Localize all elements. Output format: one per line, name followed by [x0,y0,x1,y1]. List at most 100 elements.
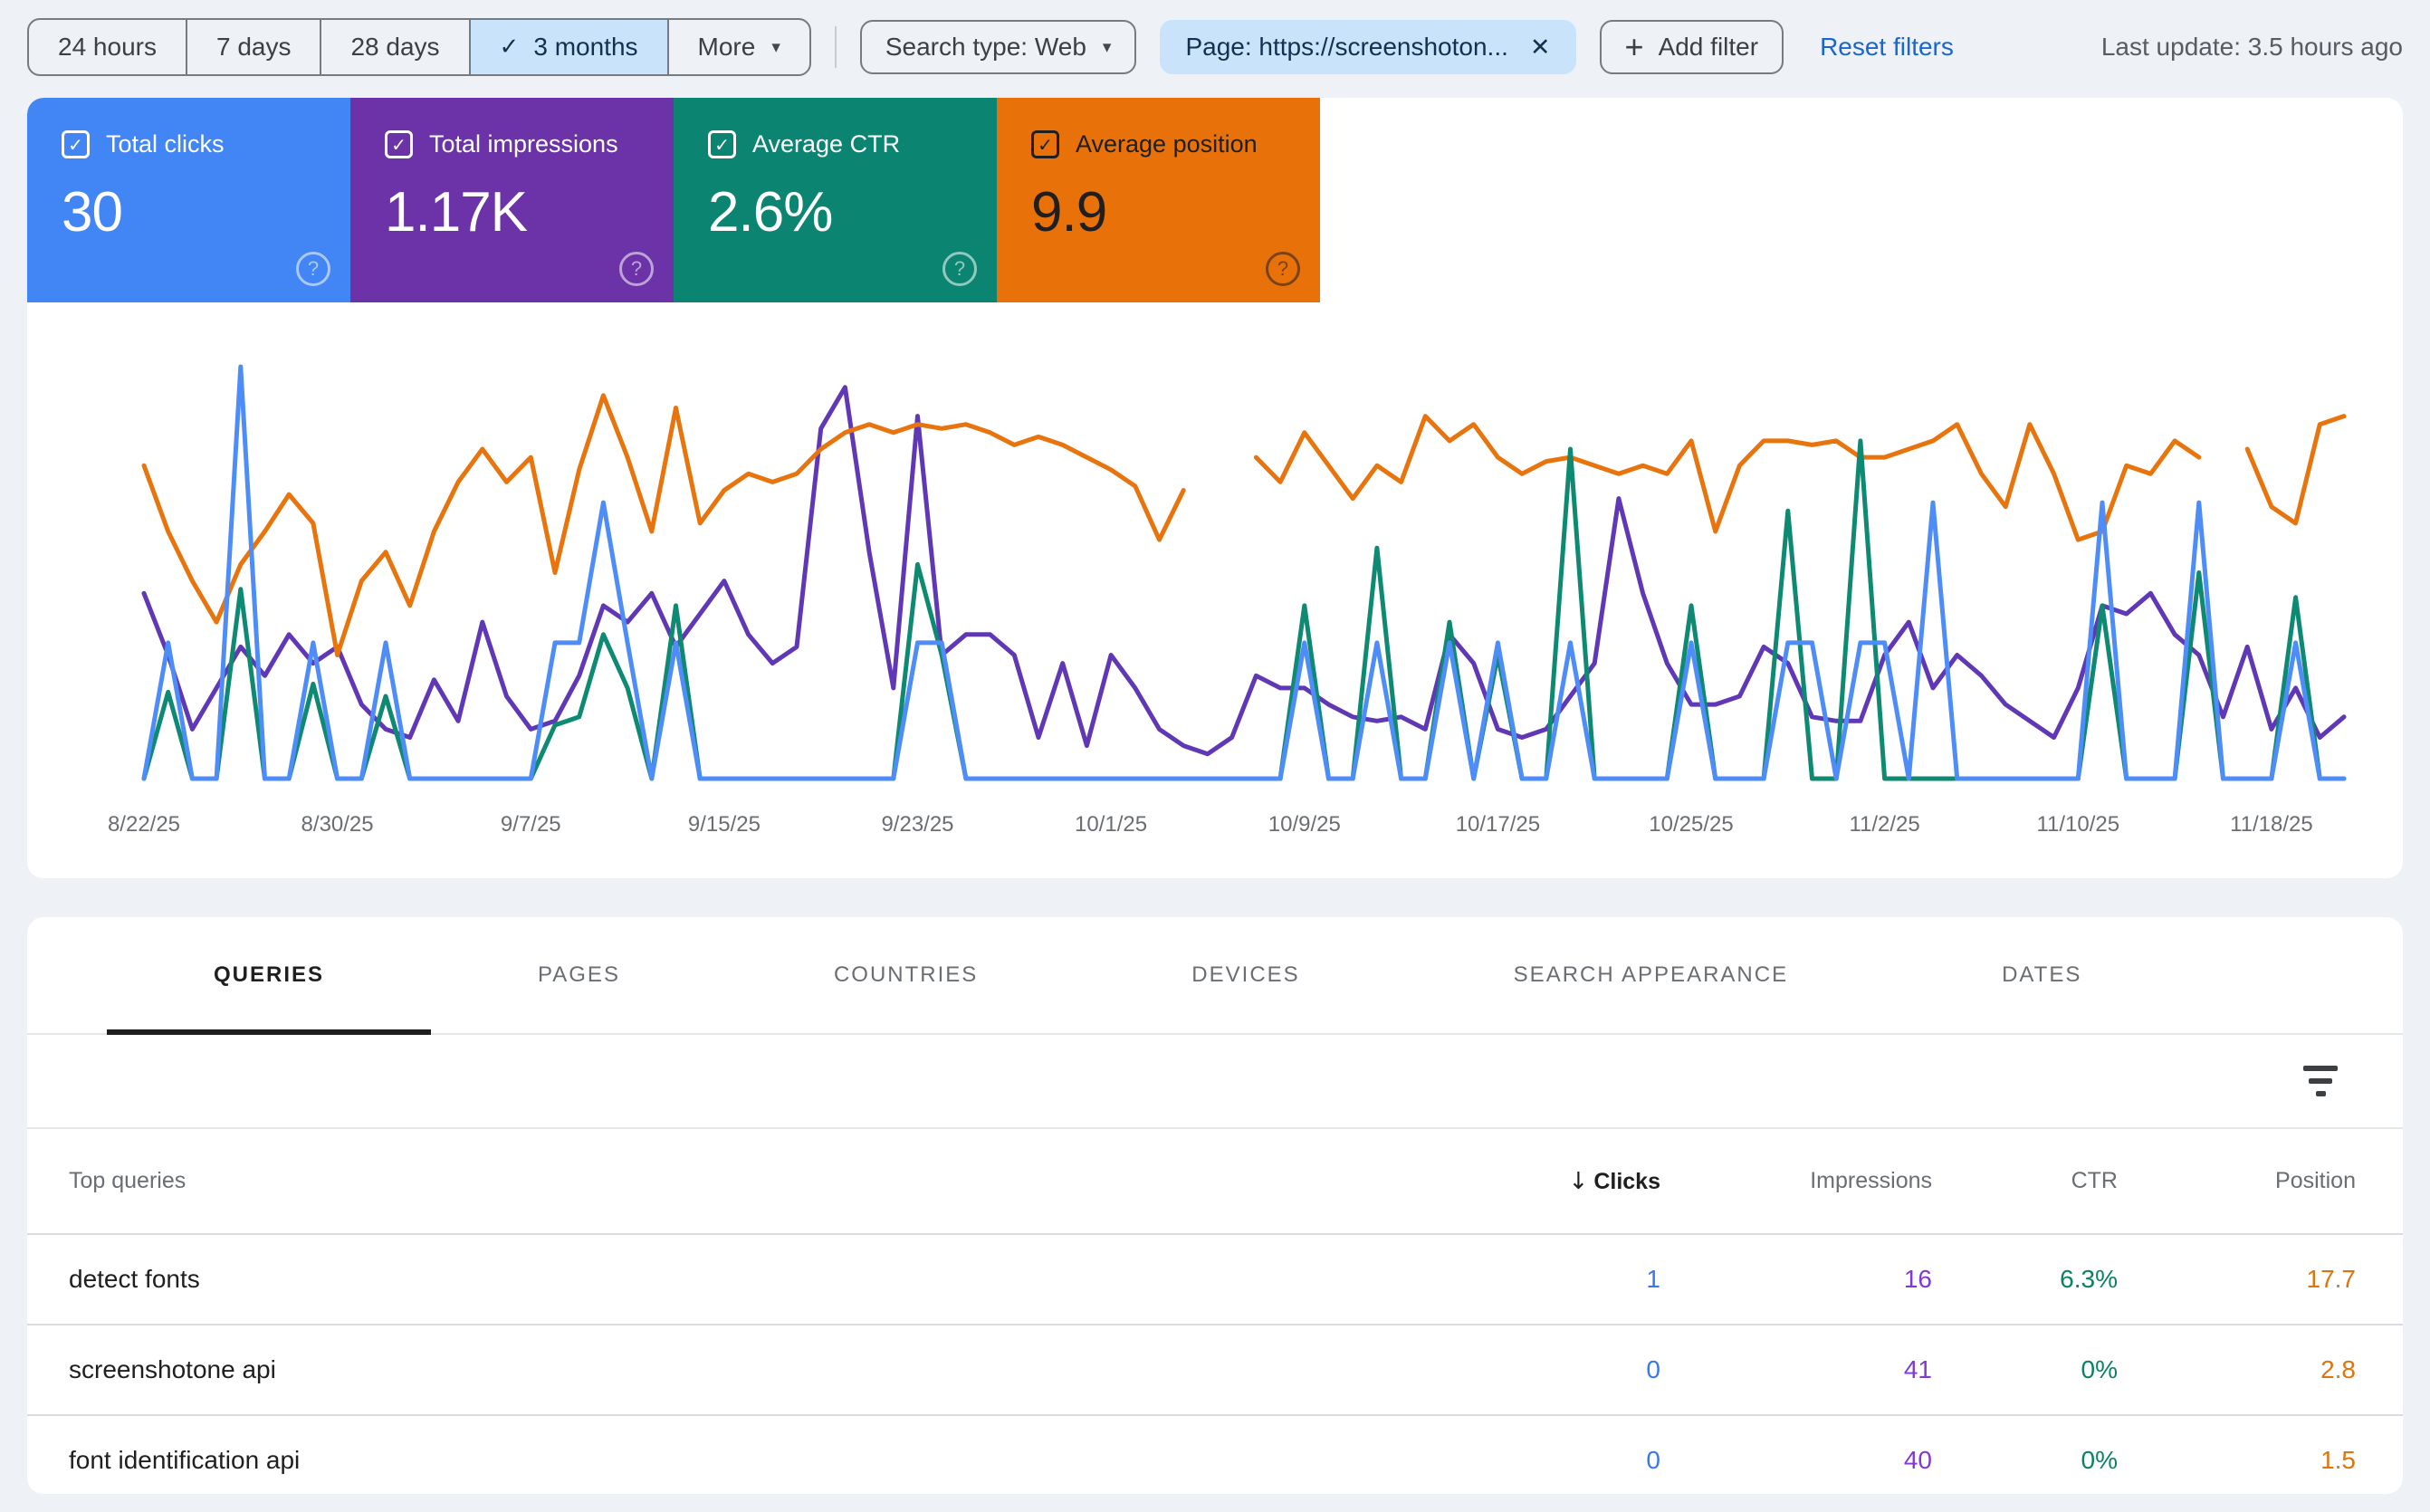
table-row[interactable]: detect fonts1166.3%17.7 [27,1235,2403,1325]
x-axis-tick-label: 8/30/25 [301,812,374,837]
checkbox-checked-icon[interactable]: ✓ [62,130,90,158]
date-range-24-hours[interactable]: 24 hours [29,20,187,74]
tab-label: DATES [2002,962,2081,988]
x-axis-tick-label: 11/2/25 [1849,812,1919,837]
plus-icon: + [1625,38,1644,56]
column-header-impressions[interactable]: Impressions [1660,1168,1932,1194]
x-axis-tick-label: 10/1/25 [1075,812,1147,837]
x-axis-tick-label: 11/18/25 [2230,812,2313,837]
date-range-label: 28 days [350,33,439,62]
metric-card-average-position[interactable]: ✓Average position9.9? [997,98,1320,302]
search-type-chip[interactable]: Search type: Web ▾ [860,20,1137,74]
checkbox-checked-icon[interactable]: ✓ [1031,130,1059,158]
performance-line-chart: 8/22/25 8/30/25 9/7/25 9/15/25 9/23/25 10/1/2… [27,306,2403,878]
metric-card-average-ctr[interactable]: ✓ Average CTR 2.6%? [674,98,997,302]
page-filter-chip[interactable]: Page: https://screenshoton... ✕ [1160,20,1575,74]
checkbox-checked-icon[interactable]: ✓ [385,130,413,158]
ctr-cell: 6.3% [1932,1265,2118,1294]
caret-down-icon: ▾ [771,37,780,57]
x-axis-tick-label: 9/7/25 [501,812,561,837]
table-header-row: Top queries ↓Clicks Impressions CTR Posi… [27,1129,2403,1235]
sort-desc-icon: ↓ [1569,1168,1589,1195]
date-range-label: 24 hours [58,33,157,62]
clicks-cell: 1 [1479,1265,1660,1294]
metric-card-total-clicks[interactable]: ✓Total clicks30? [27,98,350,302]
help-icon[interactable]: ? [619,252,654,286]
search-console-performance-page: 24 hours 7 days 28 days ✓ 3 months More ▾ Se… [0,0,2430,1512]
filter-toolbar: 24 hours 7 days 28 days ✓ 3 months More ▾ Se… [0,0,2430,76]
tab-label: PAGES [538,962,620,988]
impressions-cell: 16 [1660,1265,1932,1294]
series-line-impressions [144,388,2344,754]
series-line-position [1256,416,2198,540]
tab-queries[interactable]: QUERIES [107,917,431,1033]
column-header-position[interactable]: Position [2118,1168,2356,1194]
help-icon[interactable]: ? [296,252,330,286]
metric-card-label: Total clicks [106,130,225,158]
x-axis-tick-label: 10/9/25 [1268,812,1341,837]
x-axis-tick-label: 11/10/25 [2036,812,2119,837]
metric-card-value: 1.17K [385,180,674,244]
date-range-3-months[interactable]: ✓ 3 months [471,20,669,74]
reset-filters-link[interactable]: Reset filters [1820,33,1954,62]
tab-dates[interactable]: DATES [1895,917,2188,1033]
series-line-clicks [144,367,2344,779]
date-range-28-days[interactable]: 28 days [321,20,470,74]
query-cell: screenshotone api [69,1355,1479,1384]
metric-card-label: Average position [1076,130,1258,158]
metric-card-value: 2.6% [708,180,997,244]
toolbar-divider [835,26,837,68]
help-icon[interactable]: ? [942,252,977,286]
metric-card-label: Total impressions [429,130,618,158]
position-cell: 2.8 [2118,1355,2356,1384]
query-cell: detect fonts [69,1265,1479,1294]
ctr-cell: 0% [1932,1355,2118,1384]
metric-card-label: Average CTR [752,130,900,158]
check-icon: ✓ [500,33,520,61]
query-cell: font identification api [69,1446,1479,1475]
x-axis-tick-label: 10/17/25 [1456,812,1540,837]
x-axis-tick-label: 9/23/25 [881,812,953,837]
position-cell: 17.7 [2118,1265,2356,1294]
caret-down-icon: ▾ [1103,37,1112,57]
checkbox-checked-icon[interactable]: ✓ [708,130,736,158]
filter-list-icon[interactable] [2298,1060,2343,1102]
column-header-ctr[interactable]: CTR [1932,1168,2118,1194]
more-label: More [698,33,756,62]
more-button[interactable]: More ▾ [669,20,809,74]
metric-cards: ✓Total clicks30?✓Total impressions1.17K?… [27,98,2403,302]
x-axis-tick-label: 8/22/25 [108,812,180,837]
table-filter-row [27,1035,2403,1129]
x-axis-tick-label: 9/15/25 [688,812,761,837]
series-line-ctr [144,441,2344,779]
series-line-position [2247,416,2344,523]
column-header-clicks[interactable]: ↓Clicks [1479,1168,1660,1195]
tab-label: QUERIES [214,962,324,988]
tab-countries[interactable]: COUNTRIES [727,917,1085,1033]
ctr-cell: 0% [1932,1446,2118,1475]
close-icon[interactable]: ✕ [1530,33,1551,62]
tab-label: COUNTRIES [834,962,978,988]
tab-pages[interactable]: PAGES [431,917,727,1033]
position-cell: 1.5 [2118,1446,2356,1475]
add-filter-button[interactable]: + Add filter [1600,20,1784,74]
metric-card-total-impressions[interactable]: ✓ Total impressions 1.17K? [350,98,674,302]
clicks-header-label: Clicks [1593,1169,1660,1194]
tab-label: SEARCH APPEARANCE [1514,962,1788,988]
date-range-label: 3 months [533,33,637,62]
page-filter-label: Page: https://screenshoton... [1185,33,1507,62]
table-row[interactable]: font identification api0400%1.5 [27,1416,2403,1494]
table-row[interactable]: screenshotone api0410%2.8 [27,1325,2403,1416]
last-update-text: Last update: 3.5 hours ago [2101,33,2403,62]
search-type-label: Search type: Web [885,33,1086,62]
tab-search-appearance[interactable]: SEARCH APPEARANCE [1407,917,1895,1033]
help-icon[interactable]: ? [1266,252,1300,286]
add-filter-label: Add filter [1659,33,1759,62]
column-header-top-queries[interactable]: Top queries [69,1168,1479,1194]
date-range-label: 7 days [216,33,292,62]
x-axis-tick-label: 10/25/25 [1649,812,1733,837]
clicks-cell: 0 [1479,1446,1660,1475]
clicks-cell: 0 [1479,1355,1660,1384]
date-range-7-days[interactable]: 7 days [187,20,322,74]
tab-devices[interactable]: DEVICES [1085,917,1406,1033]
